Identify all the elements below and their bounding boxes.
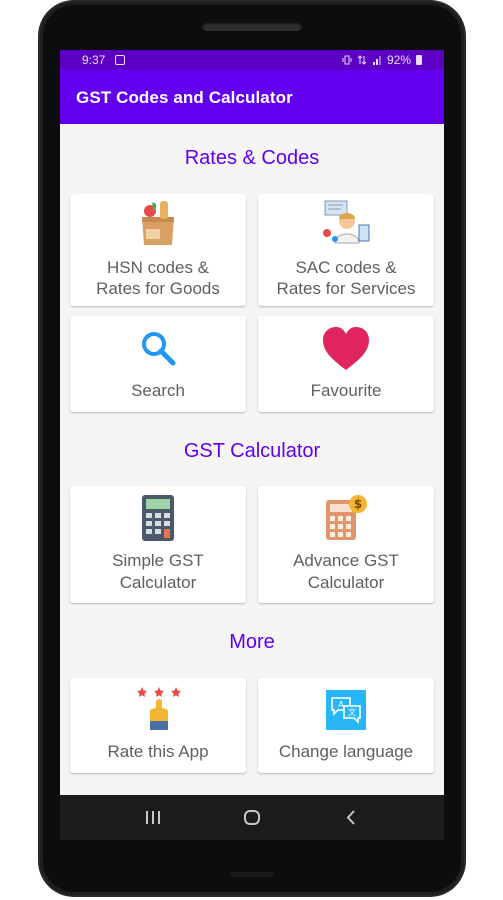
search-card[interactable]: Search xyxy=(70,316,246,412)
advance-calc-label-line1: Advance GST xyxy=(293,551,399,570)
heart-icon xyxy=(323,327,369,370)
sac-codes-card[interactable]: SAC codes & Rates for Services xyxy=(258,194,434,306)
rating-stars-icon xyxy=(137,687,181,730)
change-language-card[interactable]: A 文 Change language xyxy=(258,678,434,773)
simple-calc-label-line1: Simple GST xyxy=(112,551,204,570)
advance-calc-label-line2: Calculator xyxy=(307,573,385,592)
hsn-label-line2: Rates for Goods xyxy=(96,279,220,298)
calculator-icon xyxy=(142,495,174,541)
home-button[interactable] xyxy=(222,795,282,840)
back-button[interactable] xyxy=(321,795,381,840)
recent-apps-button[interactable] xyxy=(123,795,183,840)
phone-speaker xyxy=(202,22,302,31)
status-icons: 92% xyxy=(342,53,422,67)
home-icon xyxy=(244,810,260,825)
battery-icon xyxy=(416,55,422,65)
app-bar: GST Codes and Calculator xyxy=(60,70,444,124)
favourite-label: Favourite xyxy=(310,381,382,400)
section-title-gst-calculator: GST Calculator xyxy=(183,440,321,462)
back-icon xyxy=(346,810,355,825)
hsn-codes-card[interactable]: HSN codes & Rates for Goods xyxy=(70,194,246,306)
favourite-card[interactable]: Favourite xyxy=(258,316,434,412)
translate-chat-icon: A 文 xyxy=(326,690,366,730)
search-icon xyxy=(142,332,176,366)
vibrate-icon xyxy=(342,55,352,65)
svg-text:A: A xyxy=(338,700,344,709)
section-title-more: More xyxy=(229,631,275,653)
recent-apps-icon xyxy=(146,811,160,824)
data-transfer-icon xyxy=(357,55,367,65)
grocery-bag-icon xyxy=(142,201,174,245)
svg-text:文: 文 xyxy=(348,707,356,717)
signal-icon xyxy=(372,56,381,65)
sac-label-line2: Rates for Services xyxy=(276,279,416,298)
search-label: Search xyxy=(131,381,185,400)
rate-app-label: Rate this App xyxy=(107,742,209,761)
rate-app-card[interactable]: Rate this App xyxy=(70,678,246,773)
phone-bottom-bezel xyxy=(230,872,274,877)
status-bar: 9:37 92% xyxy=(60,50,444,70)
sac-label-line1: SAC codes & xyxy=(295,258,397,277)
system-nav-bar xyxy=(60,795,444,840)
simple-calc-label-line2: Calculator xyxy=(119,573,197,592)
app-screen: 9:37 92% GST Codes and Calculator Rates … xyxy=(60,50,444,840)
battery-percent: 92% xyxy=(386,53,411,67)
section-title-rates-codes: Rates & Codes xyxy=(184,147,320,169)
hsn-label-line1: HSN codes & xyxy=(106,258,210,277)
calculator-dollar-icon: $ xyxy=(326,495,367,540)
services-person-icon xyxy=(323,200,370,244)
simple-gst-calculator-card[interactable]: Simple GST Calculator xyxy=(70,486,246,603)
svg-text:$: $ xyxy=(354,497,362,511)
app-title: GST Codes and Calculator xyxy=(76,88,293,107)
status-time: 9:37 xyxy=(82,53,106,67)
change-language-label: Change language xyxy=(278,742,414,761)
advance-gst-calculator-card[interactable]: $ Advance GST Calculator xyxy=(258,486,434,603)
gallery-notification-icon xyxy=(115,55,125,65)
